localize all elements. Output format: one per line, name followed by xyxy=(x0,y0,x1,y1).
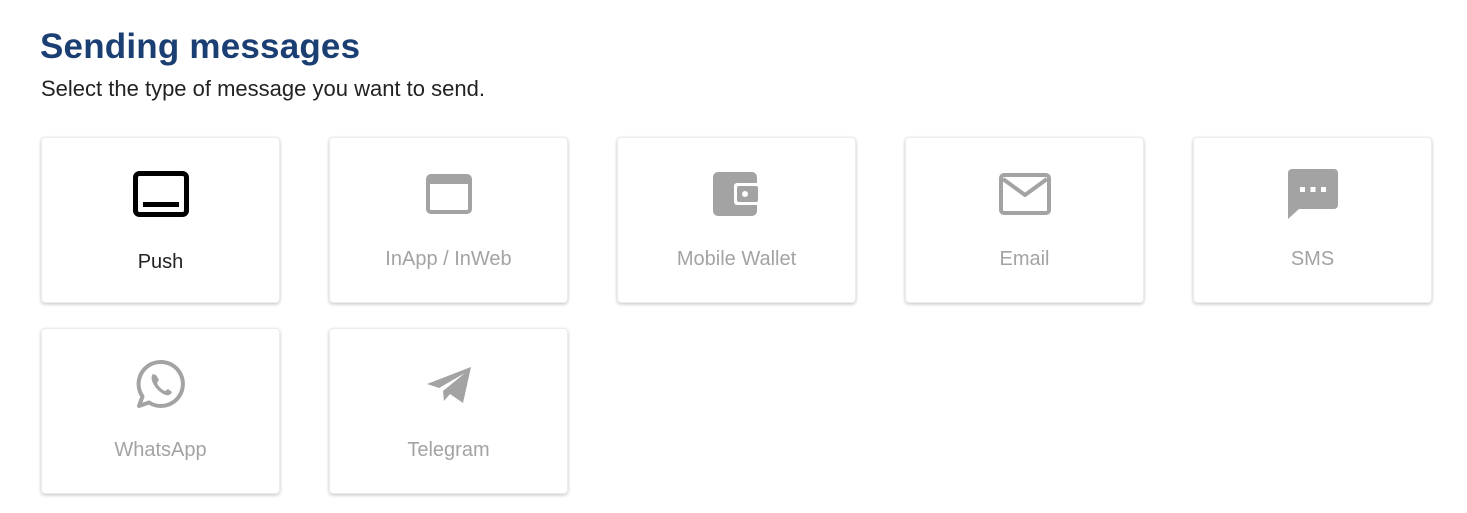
envelope-icon xyxy=(997,166,1053,222)
chat-bubble-icon xyxy=(1285,166,1341,222)
wallet-icon xyxy=(709,166,765,222)
push-notification-icon xyxy=(132,166,189,222)
whatsapp-icon xyxy=(133,357,189,413)
message-type-label: Telegram xyxy=(407,439,490,461)
message-type-card-telegram[interactable]: Telegram xyxy=(329,328,568,494)
message-type-card-inapp-inweb[interactable]: InApp / InWeb xyxy=(329,137,568,303)
page-title: Sending messages xyxy=(40,27,361,66)
message-type-label: WhatsApp xyxy=(114,439,207,461)
message-type-label: InApp / InWeb xyxy=(385,248,512,270)
message-type-card-sms[interactable]: SMS xyxy=(1193,137,1432,303)
sending-messages-page: Sending messages Select the type of mess… xyxy=(0,0,1467,513)
message-type-label: Push xyxy=(137,251,184,273)
telegram-icon xyxy=(421,357,477,413)
message-type-label: Mobile Wallet xyxy=(676,248,797,270)
message-type-card-push[interactable]: Push xyxy=(41,137,280,303)
message-type-card-email[interactable]: Email xyxy=(905,137,1144,303)
message-type-card-whatsapp[interactable]: WhatsApp xyxy=(41,328,280,494)
message-type-card-mobile-wallet[interactable]: Mobile Wallet xyxy=(617,137,856,303)
message-type-label: SMS xyxy=(1290,248,1335,270)
message-type-label: Email xyxy=(999,248,1050,270)
page-subtitle: Select the type of message you want to s… xyxy=(41,76,485,101)
browser-window-icon xyxy=(421,166,477,222)
